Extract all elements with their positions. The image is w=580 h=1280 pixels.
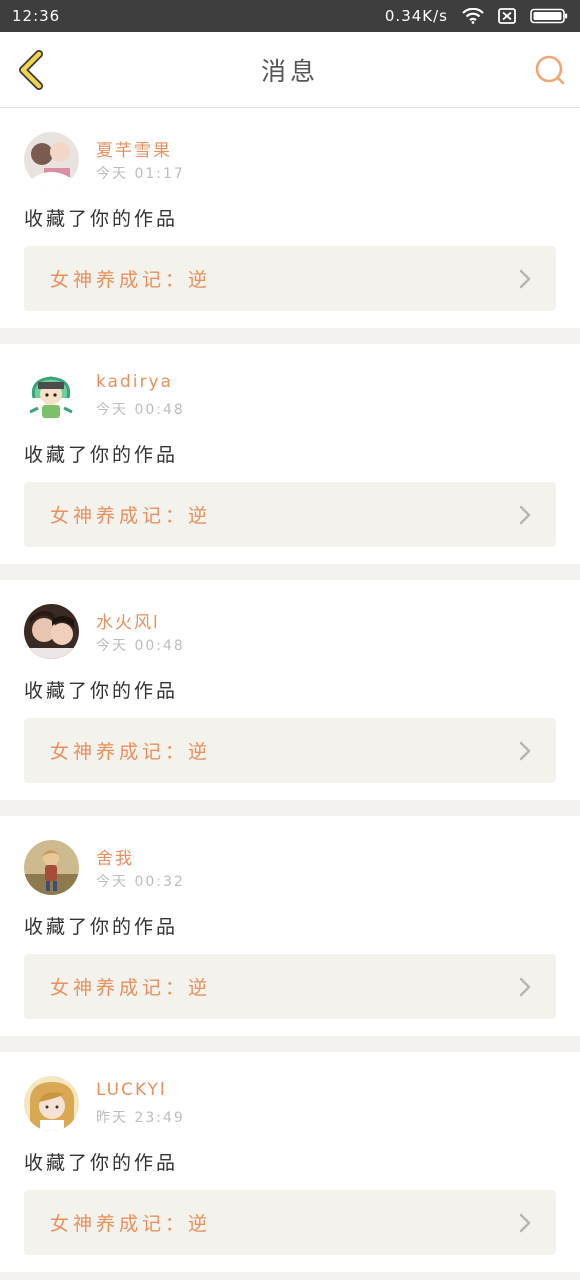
work-title: 女神养成记：逆 — [50, 505, 212, 527]
timestamp: 今天 00:48 — [96, 638, 185, 654]
work-link[interactable]: 女神养成记：逆 — [24, 954, 556, 1019]
username[interactable]: 夏芊雪果 — [96, 136, 172, 161]
message-card: 夏芊雪果 今天 01:17 收藏了你的作品 女神养成记：逆 — [0, 108, 580, 328]
avatar[interactable] — [24, 1076, 79, 1131]
avatar[interactable] — [24, 604, 79, 659]
message-card: 水火风l 今天 00:48 收藏了你的作品 女神养成记：逆 — [0, 580, 580, 800]
chevron-left-icon — [19, 49, 43, 90]
timestamp: 今天 00:32 — [96, 874, 185, 890]
message-card: 舍我 今天 00:32 收藏了你的作品 女神养成记：逆 — [0, 816, 580, 1036]
header-bar: 消息 — [0, 32, 580, 108]
message-card: kadirya 今天 00:48 收藏了你的作品 女神养成记：逆 — [0, 344, 580, 564]
work-link[interactable]: 女神养成记：逆 — [24, 246, 556, 311]
work-title: 女神养成记：逆 — [50, 269, 212, 291]
no-sim-icon — [498, 8, 516, 24]
status-icons: 0.34K/s — [385, 7, 568, 25]
chevron-right-icon — [519, 1213, 531, 1232]
status-time: 12:36 — [12, 7, 61, 25]
search-icon — [535, 55, 565, 84]
chevron-right-icon — [519, 505, 531, 524]
network-speed: 0.34K/s — [384, 7, 448, 25]
wifi-icon — [462, 8, 484, 24]
username[interactable]: kadirya — [96, 372, 173, 392]
action-text: 收藏了你的作品 — [24, 916, 179, 938]
username[interactable]: 舍我 — [96, 844, 134, 869]
search-button[interactable] — [520, 32, 580, 108]
work-title: 女神养成记：逆 — [50, 1213, 212, 1235]
work-link[interactable]: 女神养成记：逆 — [24, 482, 556, 547]
timestamp: 今天 00:48 — [96, 402, 185, 418]
status-bar: 12:36 0.34K/s — [0, 0, 580, 32]
action-text: 收藏了你的作品 — [24, 208, 179, 230]
avatar[interactable] — [24, 368, 79, 423]
username[interactable]: LUCKYl — [96, 1080, 167, 1100]
avatar[interactable] — [24, 132, 79, 187]
work-title: 女神养成记：逆 — [50, 977, 212, 999]
username[interactable]: 水火风l — [96, 608, 160, 633]
message-list: 夏芊雪果 今天 01:17 收藏了你的作品 女神养成记：逆 kadirya 今天… — [0, 108, 580, 1272]
timestamp: 昨天 23:49 — [96, 1110, 185, 1126]
page-title: 消息 — [260, 56, 319, 86]
chevron-right-icon — [519, 269, 531, 288]
battery-icon — [530, 8, 568, 24]
timestamp: 今天 01:17 — [96, 166, 185, 182]
work-link[interactable]: 女神养成记：逆 — [24, 718, 556, 783]
back-button[interactable] — [0, 32, 60, 108]
work-title: 女神养成记：逆 — [50, 741, 212, 763]
avatar[interactable] — [24, 840, 79, 895]
action-text: 收藏了你的作品 — [24, 1152, 179, 1174]
action-text: 收藏了你的作品 — [24, 680, 179, 702]
chevron-right-icon — [519, 741, 531, 760]
chevron-right-icon — [519, 977, 531, 996]
work-link[interactable]: 女神养成记：逆 — [24, 1190, 556, 1255]
message-card: LUCKYl 昨天 23:49 收藏了你的作品 女神养成记：逆 — [0, 1052, 580, 1272]
action-text: 收藏了你的作品 — [24, 444, 179, 466]
